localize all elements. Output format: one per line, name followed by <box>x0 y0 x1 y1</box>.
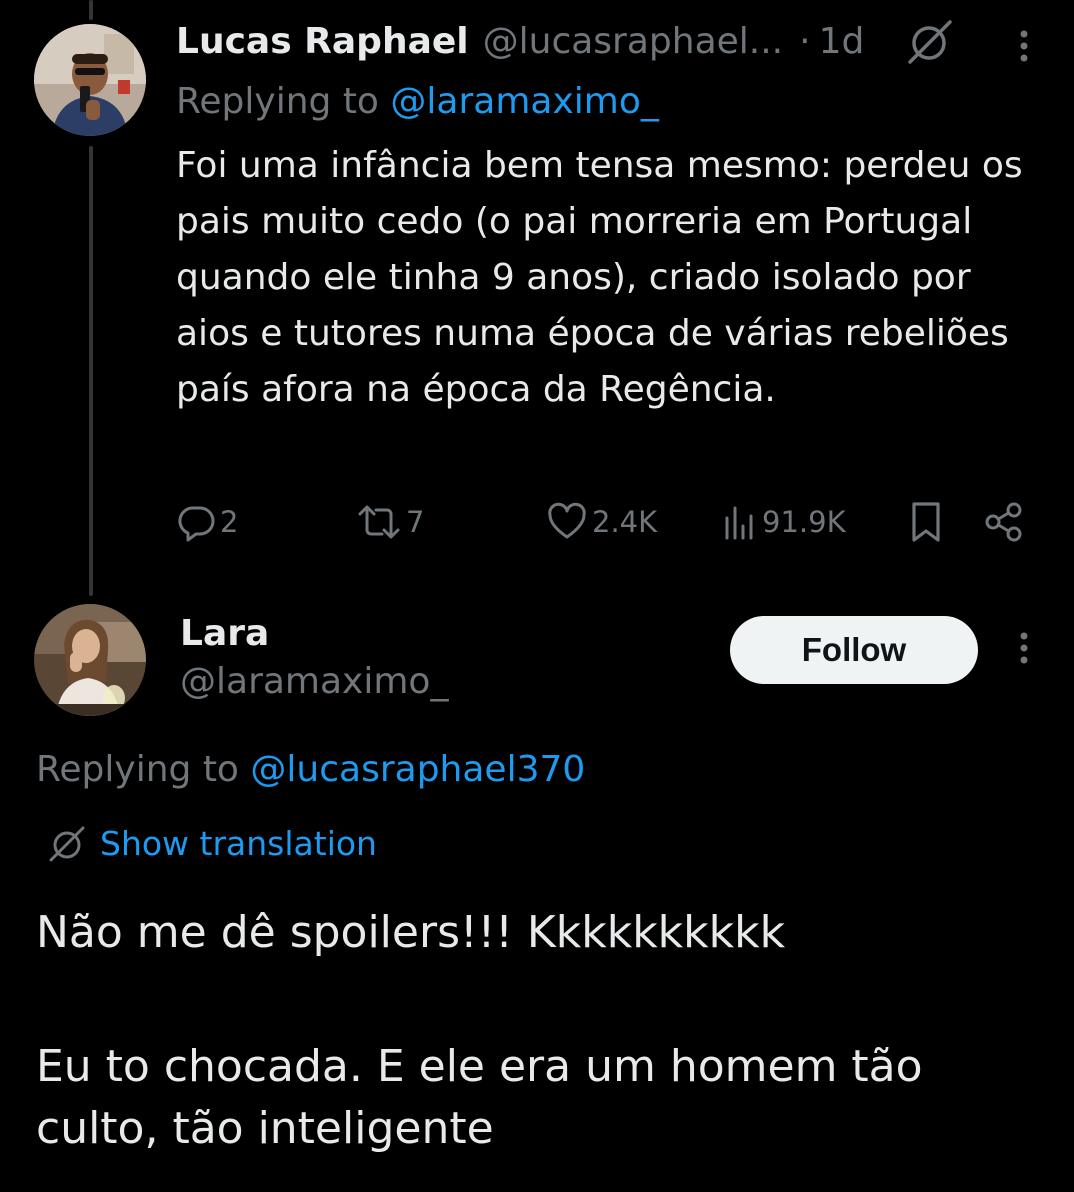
tweet1-more-icon[interactable] <box>1014 28 1034 68</box>
tweet2-body-spacer <box>36 964 1036 1036</box>
tweet2-body-line1: Não me dê spoilers!!! Kkkkkkkkkk <box>36 907 786 958</box>
tweet1-time[interactable]: 1d <box>819 20 865 64</box>
tweet2-replying-handle[interactable]: @lucasraphael370 <box>250 749 585 790</box>
tweet1-body: Foi uma infância bem tensa mesmo: perdeu… <box>176 145 1023 410</box>
follow-button[interactable]: Follow <box>730 616 978 684</box>
like-count: 2.4K <box>592 505 658 539</box>
tweet1-replying-prefix: Replying to <box>176 81 391 122</box>
avatar-lara[interactable] <box>34 604 146 716</box>
views-count: 91.9K <box>762 505 846 539</box>
thread-line-top <box>89 0 93 20</box>
tweet1-dot: · <box>799 21 811 62</box>
tweet2-body: Não me dê spoilers!!! Kkkkkkkkkk Eu to c… <box>36 902 1036 1160</box>
share-icon <box>985 502 1022 542</box>
tweet1-handle[interactable]: @lucasraphael... <box>483 20 784 64</box>
thread-line-connector <box>89 146 93 596</box>
show-translation-button[interactable]: Show translation <box>48 822 377 866</box>
tweet1-header: Lucas Raphael @lucasraphael... · 1d <box>176 20 864 64</box>
views-icon <box>725 506 753 540</box>
reply-icon <box>178 506 215 542</box>
avatar-lucas-raphael[interactable] <box>34 24 146 136</box>
repost-icon <box>358 505 400 539</box>
tweet1-display-name[interactable]: Lucas Raphael <box>176 20 469 64</box>
tweet1-replying-handle[interactable]: @laramaximo_ <box>390 81 658 122</box>
repost-count: 7 <box>406 505 425 539</box>
tweet2-replying-prefix: Replying to <box>36 749 251 790</box>
bookmark-icon <box>912 502 940 542</box>
show-translation-label: Show translation <box>100 824 377 863</box>
tweet1-replying-to: Replying to @laramaximo_ <box>176 80 659 124</box>
translate-icon[interactable] <box>906 20 954 68</box>
tweet2-handle[interactable]: @laramaximo_ <box>180 660 448 704</box>
repost-button[interactable]: 7 <box>356 498 424 546</box>
tweet2-replying-to: Replying to @lucasraphael370 <box>36 748 585 792</box>
like-button[interactable]: 2.4K <box>546 498 657 546</box>
reply-button[interactable]: 2 <box>176 498 238 546</box>
like-icon <box>548 502 586 539</box>
translate-icon <box>49 826 85 862</box>
reply-count: 2 <box>220 505 239 539</box>
share-button[interactable] <box>982 498 1026 546</box>
tweet2-display-name[interactable]: Lara <box>180 612 269 656</box>
tweet2-body-line2: Eu to chocada. E ele era um homem tão cu… <box>36 1041 923 1154</box>
bookmark-button[interactable] <box>906 498 946 546</box>
views-button[interactable]: 91.9K <box>720 498 846 546</box>
tweet2-more-icon[interactable] <box>1014 630 1034 670</box>
